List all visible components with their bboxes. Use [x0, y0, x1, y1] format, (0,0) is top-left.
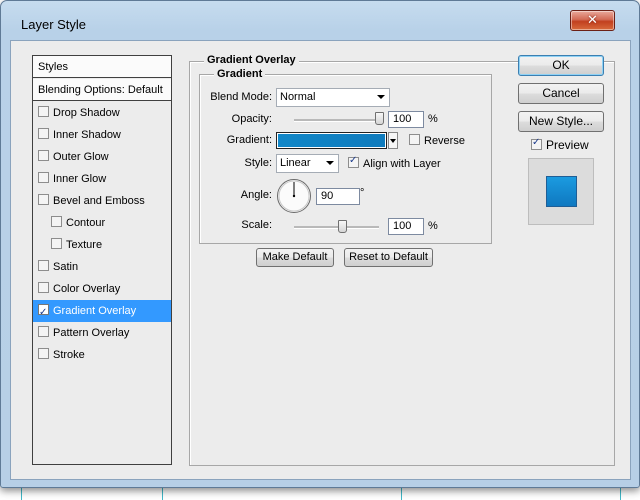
style-item-checkbox[interactable]: [38, 348, 49, 359]
close-button[interactable]: ✕: [570, 10, 615, 31]
style-item-color-overlay[interactable]: Color Overlay: [33, 278, 171, 300]
style-item-checkbox[interactable]: [38, 282, 49, 293]
opacity-unit: %: [428, 113, 438, 125]
align-with-layer-row[interactable]: Align with Layer: [348, 155, 441, 170]
style-item-label: Stroke: [53, 349, 85, 361]
chevron-down-icon: [390, 139, 396, 143]
style-item-label: Texture: [66, 239, 103, 251]
style-item-checkbox[interactable]: [51, 216, 62, 227]
align-with-layer-checkbox[interactable]: [348, 155, 359, 168]
style-item-checkbox[interactable]: [38, 326, 49, 337]
new-style-button[interactable]: New Style...: [518, 111, 604, 132]
blend-mode-value: Normal: [280, 91, 316, 103]
style-item-checkbox[interactable]: [38, 260, 49, 271]
style-item-checkbox[interactable]: [51, 238, 62, 249]
blend-mode-select[interactable]: Normal: [276, 88, 390, 107]
blending-options-item[interactable]: Blending Options: Default: [33, 79, 171, 101]
chevron-down-icon: [326, 161, 334, 165]
style-item-checkbox[interactable]: [38, 150, 49, 161]
blend-mode-label: Blend Mode:: [210, 91, 272, 103]
style-item-label: Pattern Overlay: [53, 327, 130, 339]
style-select[interactable]: Linear: [276, 154, 339, 173]
make-default-button[interactable]: Make Default: [256, 248, 334, 267]
chevron-down-icon: [377, 95, 385, 99]
close-icon: ✕: [587, 13, 598, 28]
scale-unit: %: [428, 220, 438, 232]
style-label: Style:: [244, 157, 272, 169]
dialog-client-area: Styles Blending Options: Default Drop Sh…: [10, 40, 631, 480]
gradient-picker-dropdown[interactable]: [388, 132, 398, 149]
style-item-bevel-and-emboss[interactable]: Bevel and Emboss: [33, 190, 171, 212]
opacity-input[interactable]: 100: [388, 111, 424, 128]
style-item-label: Inner Shadow: [53, 129, 121, 141]
style-item-label: Gradient Overlay: [53, 305, 137, 317]
style-item-label: Contour: [66, 217, 106, 229]
scale-slider-track[interactable]: [294, 226, 379, 229]
scale-slider-handle[interactable]: [338, 220, 347, 233]
gradient-overlay-title: Gradient Overlay: [204, 54, 299, 66]
style-item-checkbox[interactable]: [38, 172, 49, 183]
style-item-label: Satin: [53, 261, 79, 273]
style-item-checkbox[interactable]: [38, 194, 49, 205]
reverse-checkbox[interactable]: [409, 134, 420, 145]
angle-input[interactable]: 90: [316, 188, 360, 205]
style-preview-swatch: [546, 176, 577, 207]
styles-list: Styles Blending Options: Default Drop Sh…: [32, 55, 172, 465]
cancel-button[interactable]: Cancel: [518, 83, 604, 104]
ok-button[interactable]: OK: [518, 55, 604, 76]
preview-checkbox-row[interactable]: Preview: [531, 137, 589, 152]
preview-label: Preview: [546, 138, 589, 152]
style-item-stroke[interactable]: Stroke: [33, 344, 171, 366]
styles-header[interactable]: Styles: [33, 56, 171, 78]
style-item-label: Outer Glow: [53, 151, 109, 163]
style-item-checkbox[interactable]: [38, 302, 49, 324]
style-item-label: Drop Shadow: [53, 107, 120, 119]
style-item-label: Bevel and Emboss: [53, 195, 145, 207]
style-item-checkbox[interactable]: [38, 128, 49, 139]
opacity-slider-track[interactable]: [294, 119, 382, 122]
style-item-outer-glow[interactable]: Outer Glow: [33, 146, 171, 168]
reverse-checkbox-row[interactable]: Reverse: [409, 134, 465, 147]
style-item-checkbox[interactable]: [38, 106, 49, 117]
style-item-gradient-overlay[interactable]: Gradient Overlay: [33, 300, 171, 324]
style-item-pattern-overlay[interactable]: Pattern Overlay: [33, 322, 171, 344]
gradient-preview-bar[interactable]: [276, 132, 387, 149]
window-title: Layer Style: [21, 17, 87, 32]
layer-style-dialog: Layer Style ✕ Styles Blending Options: D…: [0, 0, 640, 488]
style-preview-box: [528, 158, 594, 225]
preview-checkbox[interactable]: [531, 137, 542, 150]
opacity-slider-handle[interactable]: [375, 112, 384, 125]
style-item-satin[interactable]: Satin: [33, 256, 171, 278]
scale-label: Scale:: [241, 219, 272, 231]
style-item-label: Inner Glow: [53, 173, 107, 185]
angle-label: Angle:: [240, 189, 272, 201]
angle-unit: °: [360, 187, 365, 199]
style-item-inner-shadow[interactable]: Inner Shadow: [33, 124, 171, 146]
gradient-group-title: Gradient: [214, 68, 266, 80]
angle-dial[interactable]: [276, 178, 312, 214]
style-item-label: Color Overlay: [53, 283, 121, 295]
style-item-inner-glow[interactable]: Inner Glow: [33, 168, 171, 190]
style-item-drop-shadow[interactable]: Drop Shadow: [33, 102, 171, 124]
style-item-texture[interactable]: Texture: [33, 234, 171, 256]
align-with-layer-label: Align with Layer: [363, 158, 441, 170]
reset-to-default-button[interactable]: Reset to Default: [344, 248, 433, 267]
style-value: Linear: [280, 157, 311, 169]
angle-dial-icon: [277, 179, 311, 213]
gradient-label: Gradient:: [226, 134, 272, 146]
style-item-contour[interactable]: Contour: [33, 212, 171, 234]
scale-input[interactable]: 100: [388, 218, 424, 235]
reverse-label: Reverse: [424, 135, 465, 147]
opacity-label: Opacity:: [231, 113, 272, 125]
